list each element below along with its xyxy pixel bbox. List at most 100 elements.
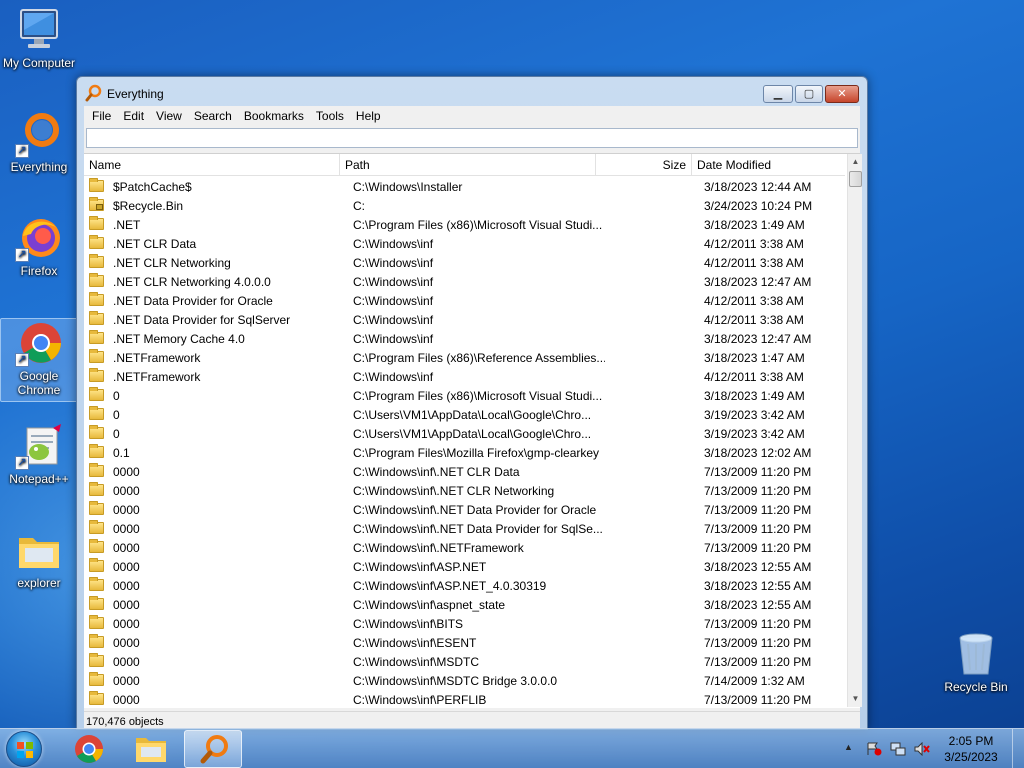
- folder-icon: [89, 254, 104, 268]
- folder-icon: [89, 672, 104, 686]
- table-row[interactable]: 0000 C:\Windows\inf\PERFLIB 7/13/2009 11:2…: [84, 690, 845, 707]
- row-date: 7/13/2009 11:20 PM: [704, 484, 812, 498]
- table-row[interactable]: 0000 C:\Windows\inf\.NET CLR Data 7/13/200…: [84, 462, 845, 481]
- table-row[interactable]: 0000 C:\Windows\inf\BITS 7/13/2009 11:20 P…: [84, 614, 845, 633]
- menu-tools[interactable]: Tools: [310, 109, 350, 123]
- folder-icon: [89, 691, 104, 705]
- network-icon[interactable]: [890, 742, 906, 756]
- folder-icon: [89, 463, 104, 477]
- table-row[interactable]: 0000 C:\Windows\inf\.NETFramework 7/13/200…: [84, 538, 845, 557]
- table-row[interactable]: .NET CLR Data C:\Windows\inf 4/12/2011 3:3…: [84, 234, 845, 253]
- desktop-icon-everything[interactable]: ↗ Everything: [0, 110, 78, 174]
- window-title: Everything: [107, 87, 164, 101]
- table-row[interactable]: .NET CLR Networking C:\Windows\inf 4/12/20…: [84, 253, 845, 272]
- table-row[interactable]: $Recycle.Bin C: 3/24/2023 10:24 PM: [84, 196, 845, 215]
- desktop-icon-label: Notepad++: [9, 472, 69, 486]
- taskbar-clock[interactable]: 2:05 PM 3/25/2023: [936, 733, 1006, 765]
- search-input[interactable]: [86, 128, 858, 148]
- taskbar-chrome[interactable]: [60, 730, 118, 768]
- maximize-button[interactable]: ▢: [795, 85, 823, 103]
- row-date: 3/18/2023 1:47 AM: [704, 351, 805, 365]
- scroll-up-icon[interactable]: ▲: [848, 154, 863, 170]
- desktop-icon-explorer[interactable]: explorer: [0, 526, 78, 590]
- desktop-icon-label: Firefox: [20, 264, 58, 278]
- show-desktop-button[interactable]: [1012, 729, 1024, 768]
- menu-search[interactable]: Search: [188, 109, 238, 123]
- desktop-icon-label: My Computer: [2, 56, 76, 70]
- table-row[interactable]: 0000 C:\Windows\inf\MSDTC 7/13/2009 11:20 …: [84, 652, 845, 671]
- table-row[interactable]: 0000 C:\Windows\inf\.NET CLR Networking 7/…: [84, 481, 845, 500]
- volume-muted-icon[interactable]: [914, 741, 930, 757]
- table-row[interactable]: 0000 C:\Windows\inf\ASP.NET_4.0.30319 3/18…: [84, 576, 845, 595]
- row-name: .NET CLR Data: [113, 237, 197, 251]
- row-name: 0: [113, 427, 120, 441]
- table-row[interactable]: .NET Data Provider for SqlServer C:\Windo…: [84, 310, 845, 329]
- menu-file[interactable]: File: [86, 109, 117, 123]
- column-header-size[interactable]: Size: [596, 154, 692, 176]
- table-row[interactable]: 0 C:\Users\VM1\AppData\Local\Google\Chro.…: [84, 424, 845, 443]
- row-path: C:\Windows\inf\PERFLIB: [353, 693, 487, 707]
- menu-edit[interactable]: Edit: [117, 109, 150, 123]
- table-row[interactable]: 0000 C:\Windows\inf\MSDTC Bridge 3.0.0.0 7…: [84, 671, 845, 690]
- scroll-thumb[interactable]: [849, 171, 862, 187]
- row-date: 3/18/2023 12:55 AM: [704, 579, 812, 593]
- table-row[interactable]: 0000 C:\Windows\inf\ESENT 7/13/2009 11:20 …: [84, 633, 845, 652]
- table-row[interactable]: 0 C:\Program Files (x86)\Microsoft Visual…: [84, 386, 845, 405]
- row-path: C:\Windows\inf: [353, 370, 434, 384]
- table-row[interactable]: 0000 C:\Windows\inf\ASP.NET 3/18/2023 12:5…: [84, 557, 845, 576]
- results-rows[interactable]: $PatchCache$ C:\Windows\Installer 3/18/202…: [84, 177, 845, 707]
- table-row[interactable]: $PatchCache$ C:\Windows\Installer 3/18/202…: [84, 177, 845, 196]
- row-path: C:\Windows\inf: [353, 332, 434, 346]
- table-row[interactable]: .NET Data Provider for Oracle C:\Windows\…: [84, 291, 845, 310]
- column-header-name[interactable]: Name: [84, 154, 340, 176]
- column-header-path[interactable]: Path: [340, 154, 596, 176]
- taskbar-explorer[interactable]: [122, 730, 180, 768]
- row-path: C:\Program Files (x86)\Microsoft Visual …: [353, 218, 603, 232]
- desktop-icon-label: Everything: [10, 160, 68, 174]
- everything-window[interactable]: Everything ▁ ▢ ✕ File Edit View Search B…: [76, 76, 868, 730]
- row-path: C:\Windows\inf\.NET CLR Data: [353, 465, 520, 479]
- results-list[interactable]: Name Path Size Date Modified $PatchCache…: [84, 153, 862, 708]
- row-path: C:\Program Files\Mozilla Firefox\gmp-cle…: [353, 446, 600, 460]
- table-row[interactable]: 0000 C:\Windows\inf\.NET Data Provider fo…: [84, 519, 845, 538]
- table-row[interactable]: .NETFramework C:\Windows\inf 4/12/2011 3:3…: [84, 367, 845, 386]
- table-row[interactable]: .NET CLR Networking 4.0.0.0 C:\Windows\in…: [84, 272, 845, 291]
- desktop-icon-my-computer[interactable]: My Computer: [0, 6, 78, 70]
- minimize-button[interactable]: ▁: [763, 85, 793, 103]
- menu-help[interactable]: Help: [350, 109, 387, 123]
- table-row[interactable]: .NET C:\Program Files (x86)\Microsoft Vis…: [84, 215, 845, 234]
- vertical-scrollbar[interactable]: ▲ ▼: [847, 154, 862, 707]
- row-name: 0000: [113, 560, 140, 574]
- desktop-icon-firefox[interactable]: ↗ Firefox: [0, 214, 78, 278]
- menu-bookmarks[interactable]: Bookmarks: [238, 109, 310, 123]
- row-date: 7/13/2009 11:20 PM: [704, 541, 812, 555]
- desktop-icon-google-chrome[interactable]: ↗ Google Chrome: [0, 318, 78, 402]
- firefox-icon: ↗: [15, 214, 63, 262]
- folder-icon: [89, 330, 104, 344]
- row-name: 0000: [113, 655, 140, 669]
- menu-view[interactable]: View: [150, 109, 188, 123]
- desktop-icon-notepadpp[interactable]: ↗ Notepad++: [0, 422, 78, 486]
- row-path: C:\Windows\inf\MSDTC: [353, 655, 480, 669]
- column-header-date[interactable]: Date Modified: [692, 154, 845, 176]
- close-button[interactable]: ✕: [825, 85, 859, 103]
- window-titlebar[interactable]: Everything ▁ ▢ ✕: [77, 77, 867, 107]
- start-button[interactable]: [6, 731, 42, 767]
- table-row[interactable]: 0 C:\Users\VM1\AppData\Local\Google\Chro.…: [84, 405, 845, 424]
- folder-icon: [89, 539, 104, 553]
- action-center-flag-icon[interactable]: [866, 742, 882, 756]
- row-name: .NET CLR Networking: [113, 256, 231, 270]
- row-name: 0000: [113, 617, 140, 631]
- table-row[interactable]: .NET Memory Cache 4.0 C:\Windows\inf 3/18/…: [84, 329, 845, 348]
- table-row[interactable]: 0.1 C:\Program Files\Mozilla Firefox\gmp-…: [84, 443, 845, 462]
- folder-icon: [89, 311, 104, 325]
- desktop-icon-recycle-bin[interactable]: Recycle Bin: [936, 630, 1016, 694]
- show-hidden-icons-icon[interactable]: ▲: [844, 742, 860, 756]
- table-row[interactable]: 0000 C:\Windows\inf\.NET Data Provider fo…: [84, 500, 845, 519]
- taskbar-everything[interactable]: [184, 730, 242, 768]
- table-row[interactable]: 0000 C:\Windows\inf\aspnet_state 3/18/2023…: [84, 595, 845, 614]
- scroll-down-icon[interactable]: ▼: [848, 691, 863, 707]
- row-path: C:\Windows\inf\.NETFramework: [353, 541, 524, 555]
- table-row[interactable]: .NETFramework C:\Program Files (x86)\Refe…: [84, 348, 845, 367]
- my-computer-icon: [15, 6, 63, 54]
